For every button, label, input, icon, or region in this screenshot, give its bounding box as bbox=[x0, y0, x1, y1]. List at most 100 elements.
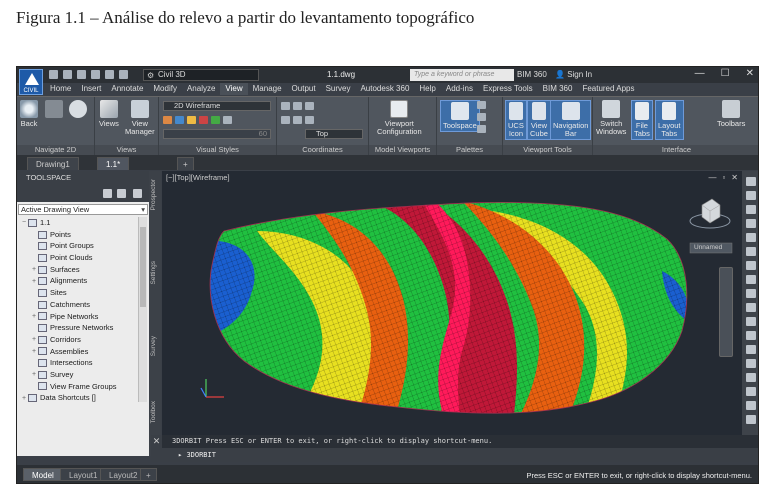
tab-home[interactable]: Home bbox=[45, 83, 76, 95]
tab-analyze[interactable]: Analyze bbox=[182, 83, 220, 95]
tool-icon[interactable] bbox=[746, 387, 756, 396]
tool-icon[interactable] bbox=[746, 177, 756, 186]
expand-icon[interactable]: + bbox=[30, 266, 38, 273]
tree-item[interactable]: Point Clouds bbox=[18, 252, 138, 264]
tool-icon[interactable] bbox=[746, 415, 756, 424]
tool-icon[interactable] bbox=[746, 261, 756, 270]
opacity-slider[interactable]: 60 bbox=[163, 129, 271, 139]
switch-windows-button[interactable]: Switch Windows bbox=[596, 100, 626, 136]
help-icon[interactable] bbox=[133, 189, 142, 198]
close-icon[interactable]: ✕ bbox=[731, 173, 738, 182]
print-icon[interactable] bbox=[91, 70, 100, 79]
tree-item[interactable]: + Data Shortcuts [] bbox=[18, 392, 138, 404]
light-icon[interactable] bbox=[187, 116, 196, 124]
tree-item[interactable]: Point Groups bbox=[18, 240, 138, 252]
tool-icon[interactable] bbox=[746, 303, 756, 312]
tree-item[interactable]: + Survey bbox=[18, 369, 138, 381]
views-button[interactable]: Views bbox=[99, 100, 119, 128]
toolspace-button[interactable]: Toolspace bbox=[440, 100, 480, 132]
expand-icon[interactable]: + bbox=[30, 348, 38, 355]
tab-add-ins[interactable]: Add-ins bbox=[441, 83, 478, 95]
maximize-icon[interactable]: ☐ bbox=[721, 68, 730, 79]
scrollbar-thumb[interactable] bbox=[140, 227, 146, 307]
tab-1-1[interactable]: 1.1* bbox=[97, 157, 130, 170]
ucs-view-dropdown[interactable]: Top bbox=[305, 129, 363, 139]
view-select[interactable]: Active Drawing View ▾ bbox=[18, 204, 148, 215]
orbit-button[interactable] bbox=[69, 100, 87, 120]
tab-bim-360[interactable]: BIM 360 bbox=[538, 83, 578, 95]
tool-icon[interactable] bbox=[746, 275, 756, 284]
tree-item[interactable]: Pressure Networks bbox=[18, 322, 138, 334]
properties-icon[interactable] bbox=[477, 101, 486, 109]
tab-autodesk-360[interactable]: Autodesk 360 bbox=[355, 83, 414, 95]
ucs-icon[interactable] bbox=[281, 102, 290, 110]
shadow-icon[interactable] bbox=[223, 116, 232, 124]
ucs-icon-button[interactable]: UCS Icon bbox=[505, 100, 527, 140]
tree-scrollbar[interactable] bbox=[138, 217, 147, 402]
tab-help[interactable]: Help bbox=[414, 83, 440, 95]
layout-tabs-button[interactable]: Layout Tabs bbox=[655, 100, 684, 140]
tab-output[interactable]: Output bbox=[287, 83, 321, 95]
side-tab-survey[interactable]: Survey bbox=[150, 336, 160, 356]
add-layout-button[interactable]: + bbox=[140, 468, 157, 481]
navigation-bar[interactable] bbox=[719, 267, 733, 357]
edge-icon[interactable] bbox=[211, 116, 220, 124]
redo-icon[interactable] bbox=[119, 70, 128, 79]
tool-icon[interactable] bbox=[746, 205, 756, 214]
tool-icon[interactable] bbox=[746, 219, 756, 228]
layers-icon[interactable] bbox=[477, 113, 486, 121]
tab-annotate[interactable]: Annotate bbox=[106, 83, 148, 95]
tree-item[interactable]: + Pipe Networks bbox=[18, 311, 138, 323]
application-menu-button[interactable]: CIVIL bbox=[19, 69, 43, 95]
tool-icon[interactable] bbox=[746, 233, 756, 242]
pan-button[interactable] bbox=[45, 100, 63, 120]
tree-item[interactable]: − 1.1 bbox=[18, 217, 138, 229]
tab-modify[interactable]: Modify bbox=[148, 83, 182, 95]
minimize-icon[interactable]: — bbox=[695, 68, 705, 79]
tree-item[interactable]: + Surfaces bbox=[18, 264, 138, 276]
material-icon[interactable] bbox=[199, 116, 208, 124]
tree-item[interactable]: Sites bbox=[18, 287, 138, 299]
new-icon[interactable] bbox=[49, 70, 58, 79]
viewcube-ucs-label[interactable]: Unnamed bbox=[694, 244, 722, 251]
tab-featured-apps[interactable]: Featured Apps bbox=[577, 83, 639, 95]
search-input[interactable]: Type a keyword or phrase bbox=[410, 69, 514, 81]
undo-icon[interactable] bbox=[105, 70, 114, 79]
toolspace-icon-a[interactable] bbox=[103, 189, 112, 198]
expand-icon[interactable]: + bbox=[30, 371, 38, 378]
bim360-label[interactable]: BIM 360 bbox=[517, 70, 547, 79]
toolbars-button[interactable]: Toolbars bbox=[717, 100, 745, 128]
command-close[interactable]: ✕ bbox=[151, 435, 162, 462]
back-button[interactable]: Back bbox=[20, 100, 38, 128]
tree-item[interactable]: Points bbox=[18, 229, 138, 241]
minimize-icon[interactable]: — bbox=[708, 173, 716, 182]
tab-view[interactable]: View bbox=[220, 83, 248, 95]
command-input[interactable]: ▸ 3DORBIT bbox=[162, 448, 758, 462]
tree-item[interactable]: View Frame Groups bbox=[18, 381, 138, 393]
tool-icon[interactable] bbox=[746, 401, 756, 410]
side-tab-prospector[interactable]: Prospector bbox=[150, 179, 160, 210]
tab-drawing1[interactable]: Drawing1 bbox=[27, 157, 79, 170]
ucs-x-icon[interactable] bbox=[281, 116, 290, 124]
viewport-configuration-button[interactable]: Viewport Configuration bbox=[377, 100, 422, 136]
tool-icon[interactable] bbox=[746, 289, 756, 298]
tab-survey[interactable]: Survey bbox=[321, 83, 356, 95]
viewport-label[interactable]: [−][Top][Wireframe] bbox=[166, 173, 230, 182]
shade-icon[interactable] bbox=[175, 116, 184, 124]
tab-express-tools[interactable]: Express Tools bbox=[478, 83, 538, 95]
open-icon[interactable] bbox=[63, 70, 72, 79]
expand-icon[interactable]: + bbox=[30, 278, 38, 285]
layout-tab-model[interactable]: Model bbox=[23, 468, 63, 481]
expand-icon[interactable]: + bbox=[30, 313, 38, 320]
tree-item[interactable]: + Corridors bbox=[18, 334, 138, 346]
tree-item[interactable]: Catchments bbox=[18, 299, 138, 311]
tool-icon[interactable] bbox=[746, 191, 756, 200]
side-tab-toolbox[interactable]: Toolbox bbox=[150, 401, 160, 423]
new-tab-button[interactable]: + bbox=[177, 157, 194, 170]
ucs-origin-icon[interactable] bbox=[305, 102, 314, 110]
tree-item[interactable]: + Alignments bbox=[18, 275, 138, 287]
ucs-world-icon[interactable] bbox=[293, 102, 302, 110]
tab-insert[interactable]: Insert bbox=[76, 83, 106, 95]
view-cube-button[interactable]: View Cube bbox=[527, 100, 551, 140]
restore-icon[interactable]: ▫ bbox=[722, 173, 725, 182]
